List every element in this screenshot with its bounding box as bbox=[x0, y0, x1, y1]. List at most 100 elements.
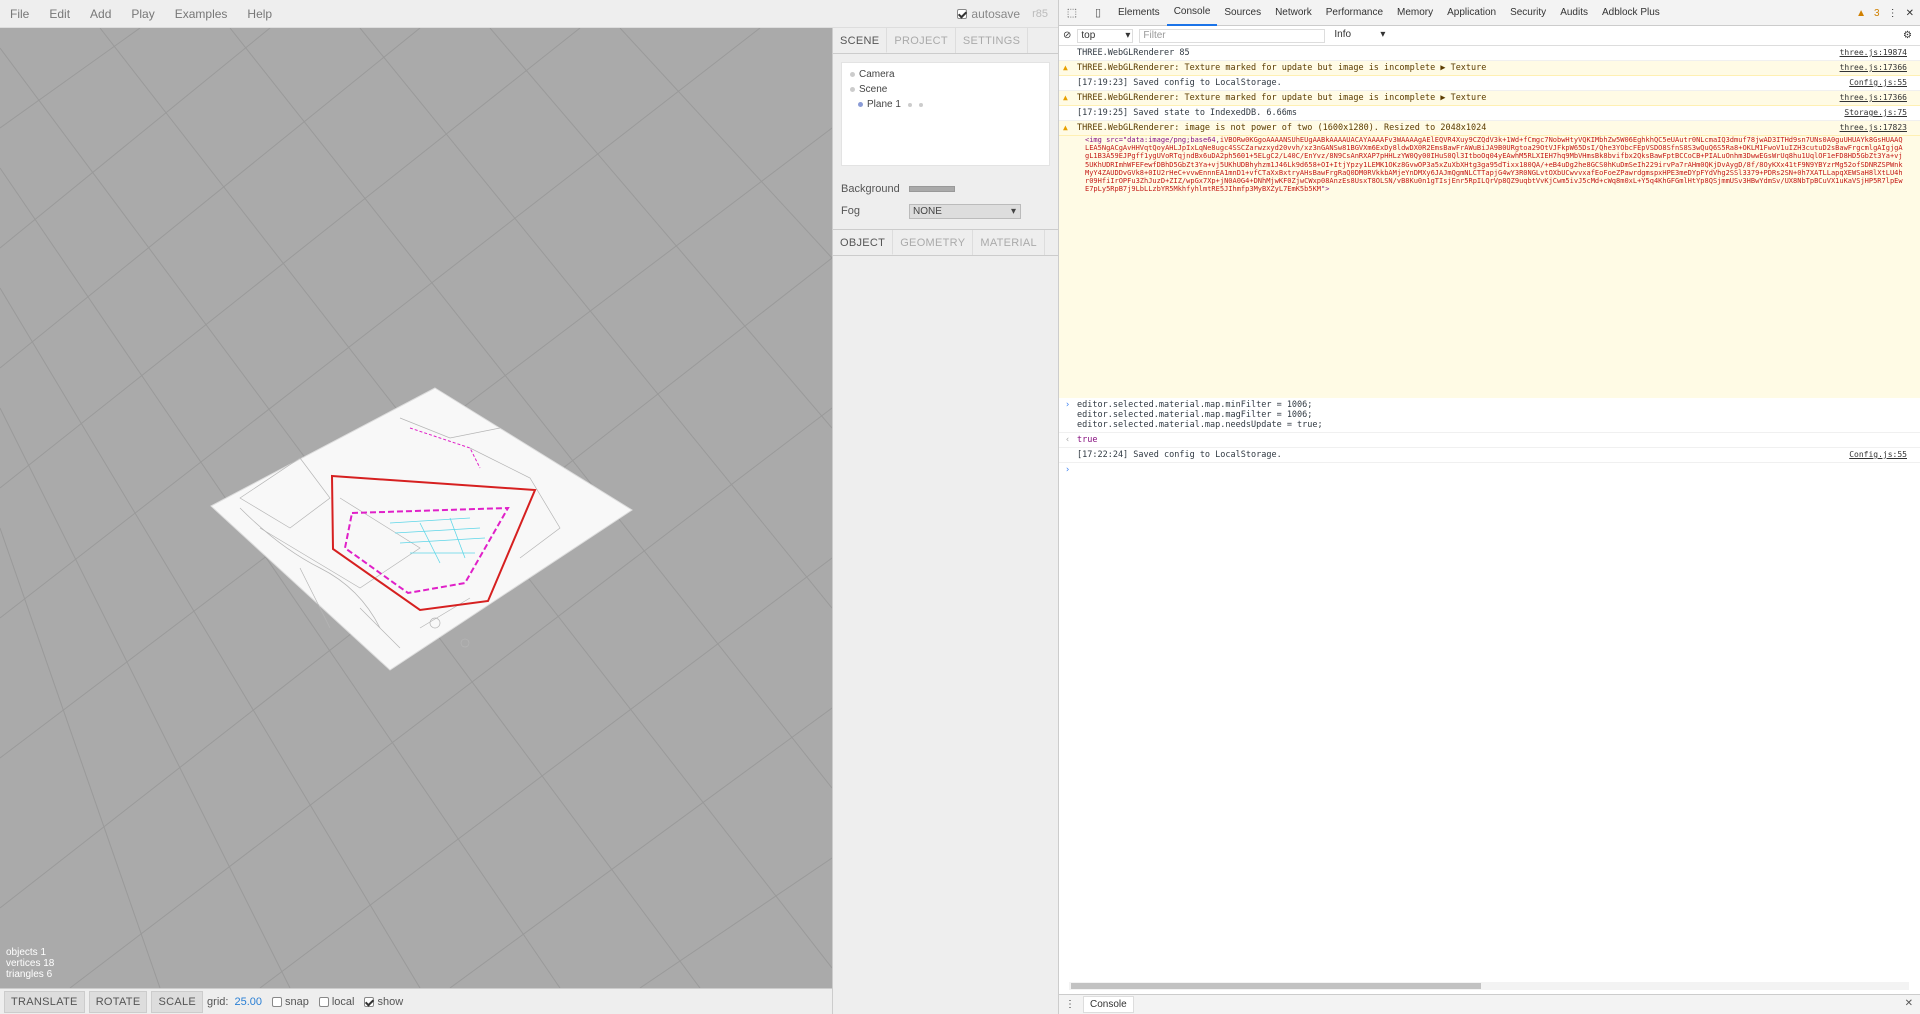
camera-icon bbox=[850, 72, 855, 77]
tab-geometry[interactable]: GEOMETRY bbox=[893, 230, 974, 255]
console-warning: THREE.WebGLRenderer: image is not power … bbox=[1059, 121, 1920, 136]
tab-material[interactable]: MATERIAL bbox=[973, 230, 1045, 255]
outliner-item-scene[interactable]: Scene bbox=[842, 82, 1049, 97]
tab-sources[interactable]: Sources bbox=[1217, 0, 1268, 26]
menu-edit[interactable]: Edit bbox=[39, 7, 80, 21]
autosave-label: autosave bbox=[971, 7, 1021, 21]
tab-performance[interactable]: Performance bbox=[1319, 0, 1390, 26]
tab-console[interactable]: Console bbox=[1166, 0, 1218, 26]
devtools-tabbar: ⬚ ▯ Elements Console Sources Network Per… bbox=[1059, 0, 1920, 26]
show-checkbox[interactable] bbox=[364, 996, 375, 1007]
source-link[interactable]: three.js:17366 bbox=[1840, 63, 1907, 73]
device-toggle-icon[interactable]: ▯ bbox=[1085, 6, 1111, 19]
console-message: [17:19:25] Saved state to IndexedDB. 6.6… bbox=[1059, 106, 1920, 121]
tab-audits[interactable]: Audits bbox=[1553, 0, 1595, 26]
console-message: THREE.WebGLRenderer 85 three.js:19874 bbox=[1059, 46, 1920, 61]
console-filterbar: ⊘ top Filter Info ⚙ bbox=[1059, 26, 1920, 46]
grid-value-input[interactable]: 25.00 bbox=[234, 996, 262, 1008]
message-text: THREE.WebGLRenderer 85 bbox=[1077, 48, 1190, 58]
textured-plane[interactable] bbox=[210, 387, 633, 671]
menu-add[interactable]: Add bbox=[80, 7, 121, 21]
menu-examples[interactable]: Examples bbox=[165, 7, 238, 21]
drawer-close-icon[interactable]: ✕ bbox=[1905, 998, 1913, 1009]
command-line: editor.selected.material.map.magFilter =… bbox=[1077, 410, 1313, 420]
3d-viewport[interactable]: objects 1 vertices 18 triangles 6 bbox=[0, 28, 832, 988]
vertices-count: vertices 18 bbox=[6, 958, 55, 969]
tab-adblock-plus[interactable]: Adblock Plus bbox=[1595, 0, 1667, 26]
message-text: THREE.WebGLRenderer: Texture marked for … bbox=[1077, 93, 1487, 103]
settings-gear-icon[interactable]: ⚙ bbox=[1903, 30, 1912, 41]
transform-toolbar: TRANSLATE ROTATE SCALE grid: 25.00 snap … bbox=[0, 988, 832, 1014]
revision-label: r85 bbox=[1032, 8, 1048, 20]
fog-select[interactable]: NONE bbox=[909, 203, 1021, 219]
tab-memory[interactable]: Memory bbox=[1390, 0, 1440, 26]
source-link[interactable]: three.js:19874 bbox=[1840, 48, 1907, 58]
source-link[interactable]: three.js:17823 bbox=[1840, 123, 1907, 133]
clear-console-icon[interactable]: ⊘ bbox=[1063, 30, 1071, 41]
outliner-label: Plane 1 bbox=[867, 99, 901, 110]
image-data-uri[interactable]: <img src="data:image/png;base64,iVBORw0K… bbox=[1059, 136, 1920, 398]
console-output[interactable]: THREE.WebGLRenderer 85 three.js:19874 THR… bbox=[1059, 46, 1920, 980]
tab-network[interactable]: Network bbox=[1268, 0, 1319, 26]
outliner-item-plane[interactable]: Plane 1 bbox=[842, 97, 1049, 112]
menu-help[interactable]: Help bbox=[237, 7, 282, 21]
local-checkbox[interactable] bbox=[318, 996, 329, 1007]
inspect-icon[interactable]: ⬚ bbox=[1059, 6, 1085, 19]
console-message: [17:22:24] Saved config to LocalStorage.… bbox=[1059, 448, 1920, 463]
threejs-editor: File Edit Add Play Examples Help autosav… bbox=[0, 0, 1058, 1014]
level-select[interactable]: Info bbox=[1331, 29, 1387, 43]
outliner-item-camera[interactable]: Camera bbox=[842, 67, 1049, 82]
context-select[interactable]: top bbox=[1077, 28, 1134, 43]
message-text: [17:22:24] Saved config to LocalStorage. bbox=[1077, 450, 1282, 460]
scale-button[interactable]: SCALE bbox=[151, 990, 204, 1013]
tab-application[interactable]: Application bbox=[1440, 0, 1503, 26]
viewport-scene bbox=[0, 28, 832, 988]
close-icon[interactable]: ✕ bbox=[1906, 8, 1914, 19]
img-tag-close: "> bbox=[1321, 185, 1330, 194]
objects-count: objects 1 bbox=[6, 947, 47, 958]
drawer-tab-console[interactable]: Console bbox=[1083, 996, 1134, 1013]
sidebar: SCENE PROJECT SETTINGS Camera Scene Plan… bbox=[832, 28, 1058, 1014]
source-link[interactable]: three.js:17366 bbox=[1840, 93, 1907, 103]
rotate-button[interactable]: ROTATE bbox=[88, 990, 148, 1013]
console-warning: THREE.WebGLRenderer: Texture marked for … bbox=[1059, 61, 1920, 76]
warning-icon[interactable]: ▲ bbox=[1856, 8, 1866, 19]
tab-settings[interactable]: SETTINGS bbox=[956, 28, 1029, 53]
snap-checkbox[interactable] bbox=[271, 996, 282, 1007]
autosave-checkbox[interactable] bbox=[957, 9, 968, 19]
menu-play[interactable]: Play bbox=[121, 7, 164, 21]
warning-count: 3 bbox=[1874, 7, 1880, 19]
local-label: local bbox=[331, 995, 355, 1008]
menubar: File Edit Add Play Examples Help autosav… bbox=[0, 0, 1058, 28]
outliner-label: Camera bbox=[859, 69, 895, 80]
tab-elements[interactable]: Elements bbox=[1111, 0, 1167, 26]
source-link[interactable]: Storage.js:75 bbox=[1844, 108, 1907, 118]
snap-label: snap bbox=[284, 995, 309, 1008]
material-icon bbox=[918, 102, 923, 107]
more-icon[interactable]: ⋮ bbox=[1888, 8, 1898, 19]
tab-object[interactable]: OBJECT bbox=[833, 230, 894, 255]
filter-input[interactable]: Filter bbox=[1139, 28, 1326, 43]
scrollbar-thumb[interactable] bbox=[1071, 983, 1481, 989]
fog-label: Fog bbox=[841, 205, 860, 217]
tab-scene[interactable]: SCENE bbox=[833, 28, 888, 53]
source-link[interactable]: Config.js:55 bbox=[1849, 78, 1907, 88]
viewport-info: objects 1 vertices 18 triangles 6 bbox=[6, 947, 54, 980]
tab-security[interactable]: Security bbox=[1503, 0, 1553, 26]
console-command: editor.selected.material.map.minFilter =… bbox=[1059, 398, 1920, 433]
menu-file[interactable]: File bbox=[0, 7, 39, 21]
scene-outliner[interactable]: Camera Scene Plane 1 bbox=[841, 62, 1050, 166]
tab-project[interactable]: PROJECT bbox=[887, 28, 956, 53]
scene-icon bbox=[850, 87, 855, 92]
autosave: autosave r85 bbox=[957, 0, 1058, 28]
message-text: THREE.WebGLRenderer: image is not power … bbox=[1077, 123, 1487, 133]
console-message: [17:19:23] Saved config to LocalStorage.… bbox=[1059, 76, 1920, 91]
message-text: [17:19:25] Saved state to IndexedDB. 6.6… bbox=[1077, 108, 1298, 118]
background-color-picker[interactable] bbox=[909, 186, 955, 192]
horizontal-scrollbar[interactable] bbox=[1069, 982, 1909, 990]
console-prompt-input[interactable] bbox=[1059, 463, 1920, 477]
source-link[interactable]: Config.js:55 bbox=[1849, 450, 1907, 460]
base64-data: iVBORw0KGgoAAAANSUhEUgAABkAAAAUACAYAAAAF… bbox=[1085, 136, 1903, 194]
translate-button[interactable]: TRANSLATE bbox=[4, 990, 85, 1013]
drawer-menu-icon[interactable]: ⋮ bbox=[1065, 999, 1075, 1010]
